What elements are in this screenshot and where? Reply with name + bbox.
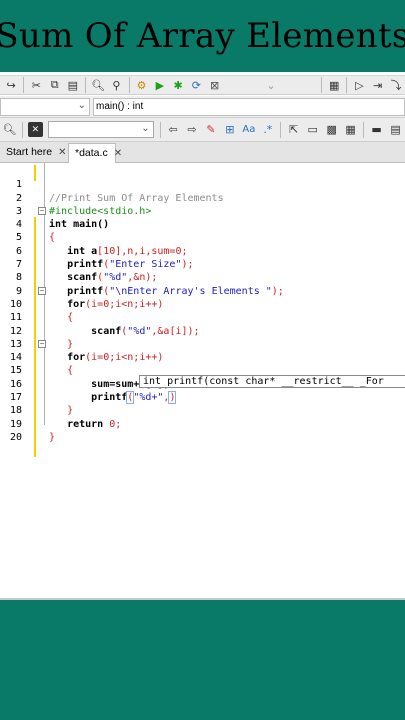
toolbar-separator bbox=[23, 77, 25, 93]
toolbar-separator bbox=[128, 77, 130, 93]
chevron-down-icon: ⌄ bbox=[141, 123, 150, 134]
find-previous-icon[interactable]: ⇦ bbox=[166, 122, 181, 137]
match-case-icon[interactable]: Aa bbox=[241, 122, 256, 137]
code-line: 5 int a[10],n,i,sum=0; bbox=[0, 218, 405, 256]
tab-label: *data.c bbox=[75, 147, 108, 159]
tab-start-here[interactable]: Start here ✕ bbox=[0, 143, 68, 163]
editor-tab-bar: Start here ✕ *data.c ✕ bbox=[0, 142, 405, 163]
video-title-banner: Sum Of Array Elements bbox=[0, 0, 405, 72]
tab-data-c[interactable]: *data.c ✕ bbox=[68, 143, 122, 163]
regex-icon[interactable]: .* bbox=[260, 122, 275, 137]
toolbar-separator bbox=[346, 77, 348, 93]
toolbar-separator bbox=[321, 77, 323, 93]
toolbar-separator bbox=[21, 121, 23, 138]
abort-icon[interactable]: ⊠ bbox=[208, 78, 222, 93]
build-and-run-icon[interactable]: ✱ bbox=[171, 78, 185, 93]
debug-next-icon[interactable]: ⤵ bbox=[389, 78, 403, 93]
toolbar-separator bbox=[363, 121, 365, 138]
code-line: 10 { bbox=[0, 285, 405, 323]
paste-icon[interactable]: ▤ bbox=[66, 78, 80, 93]
toolbar-separator bbox=[280, 121, 282, 138]
code-line: 2 #include<stdio.h> bbox=[0, 178, 405, 217]
debug-step-icon[interactable]: ⇥ bbox=[371, 78, 385, 93]
video-title: Sum Of Array Elements bbox=[0, 16, 405, 56]
cut-icon[interactable]: ✂ bbox=[29, 78, 43, 93]
pointer-icon[interactable]: ⇱ bbox=[286, 122, 301, 137]
dropdown-arrow-icon[interactable]: ⌄ bbox=[264, 78, 278, 93]
selection-icon[interactable]: ⊞ bbox=[222, 122, 237, 137]
line-number: 20 bbox=[9, 431, 22, 443]
toolbar-separator bbox=[85, 77, 86, 93]
code-line: 20 bbox=[0, 418, 405, 443]
clear-search-icon[interactable]: ✕ bbox=[27, 122, 43, 137]
close-icon[interactable]: ✕ bbox=[58, 147, 66, 158]
code-line: 4 { bbox=[0, 205, 405, 243]
rebuild-icon[interactable]: ⟳ bbox=[189, 78, 203, 93]
scope-select[interactable]: ⌄ bbox=[0, 98, 90, 116]
main-toolbar: ↪ ✂ ⧉ ▤ 🔍︎ ⚲ ⚙ ▶ ✱ ⟳ ⊠ ⌄ ▦ ▷ ⇥ ⤵ bbox=[0, 75, 405, 95]
rectangle-icon[interactable]: ▭ bbox=[305, 122, 320, 137]
code-line: 8 printf("\nEnter Array's Elements "); bbox=[0, 258, 405, 296]
code-line: 19 } bbox=[0, 404, 405, 443]
code-completion-toolbar: ⌄ main() : int bbox=[0, 96, 405, 118]
block-icon[interactable]: ▩ bbox=[324, 122, 339, 137]
search-options-icon[interactable]: 🔍︎ bbox=[2, 122, 17, 137]
code-line: 1 //Print Sum Of Array Elements bbox=[0, 165, 405, 203]
highlight-icon[interactable]: ✎ bbox=[203, 122, 218, 137]
code-line: 18 return 0; bbox=[0, 391, 405, 429]
debug-run-icon[interactable]: ▷ bbox=[352, 78, 366, 93]
function-select[interactable]: main() : int bbox=[93, 98, 405, 116]
code-editor[interactable]: − − − 1 //Print Sum Of Array Elements 2 … bbox=[0, 163, 405, 600]
code-line: 13 for(i=0;i<n;i++) bbox=[0, 325, 405, 363]
build-target-icon[interactable]: ▦ bbox=[327, 78, 341, 93]
copy-icon[interactable]: ⧉ bbox=[47, 78, 61, 93]
find-icon[interactable]: 🔍︎ bbox=[91, 78, 105, 93]
build-gear-icon[interactable]: ⚙ bbox=[134, 78, 148, 93]
replace-icon[interactable]: ⚲ bbox=[109, 78, 123, 93]
code-line: 9 for(i=0;i<n;i++) bbox=[0, 271, 405, 310]
code-line: 3 int main() bbox=[0, 192, 405, 230]
search-input[interactable]: ⌄ bbox=[47, 121, 154, 138]
tab-label: Start here bbox=[6, 146, 53, 158]
code-line: 14 { bbox=[0, 338, 405, 376]
function-signature-tooltip: int printf(const char* __restrict__ _For bbox=[139, 375, 405, 388]
chevron-down-icon: ⌄ bbox=[77, 100, 86, 111]
search-toolbar: 🔍︎ ✕ ⌄ ⇦ ⇨ ✎ ⊞ Aa .* ⇱ ▭ ▩ ▦ ▬ ▤ bbox=[0, 118, 405, 142]
toolbar-separator bbox=[159, 121, 161, 138]
code-line: 11 scanf("%d",&a[i]); bbox=[0, 298, 405, 336]
ide-window: ↪ ✂ ⧉ ▤ 🔍︎ ⚲ ⚙ ▶ ✱ ⟳ ⊠ ⌄ ▦ ▷ ⇥ ⤵ ⌄ main(… bbox=[0, 72, 405, 600]
code-line: 7 scanf("%d",&n); bbox=[0, 245, 405, 283]
code-line: 6 printf("Enter Size"); bbox=[0, 232, 405, 270]
panel-icon[interactable]: ▬ bbox=[369, 122, 384, 137]
code-line: 12 } bbox=[0, 311, 405, 350]
grid-icon[interactable]: ▦ bbox=[343, 122, 358, 137]
close-icon[interactable]: ✕ bbox=[114, 148, 122, 159]
run-icon[interactable]: ▶ bbox=[153, 78, 167, 93]
find-next-icon[interactable]: ⇨ bbox=[185, 122, 200, 137]
layout-icon[interactable]: ▤ bbox=[388, 122, 403, 137]
code-line: 15 sum=sum+a[i]; bbox=[0, 351, 405, 389]
editor-bottom-border bbox=[0, 598, 405, 600]
redo-icon[interactable]: ↪ bbox=[4, 78, 18, 93]
